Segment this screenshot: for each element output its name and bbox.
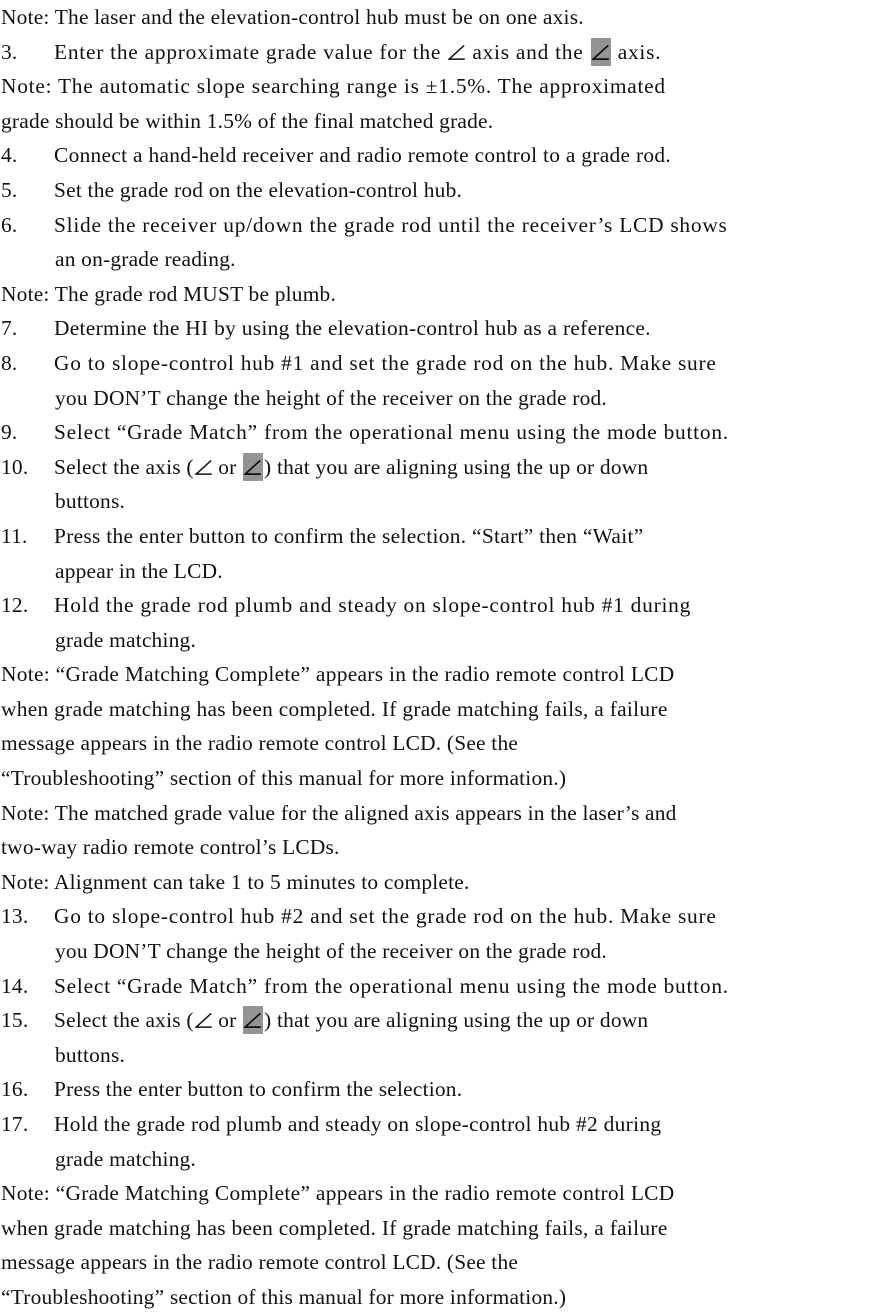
list-item-text-pre: Enter the approximate grade value for th… <box>54 39 442 64</box>
list-item: 15. Select the axis ( or ) that you are … <box>0 1003 895 1038</box>
list-item-text-pre: Select the axis ( <box>54 1008 194 1033</box>
list-item-cont: buttons. <box>55 489 126 514</box>
list-item-cont: you DON’T change the height of the recei… <box>55 939 607 964</box>
list-item-number: 8. <box>1 350 18 375</box>
angle-axis-highlighted-icon <box>243 452 264 481</box>
list-item-number: 4. <box>1 143 18 168</box>
note-paragraph: Note: “Grade Matching Complete” appears … <box>1 662 675 687</box>
list-item-text-mid: or <box>218 1008 237 1033</box>
list-item-text: Set the grade rod on the elevation-contr… <box>54 177 463 202</box>
list-item-text: Select “Grade Match” from the operationa… <box>54 420 729 445</box>
list-item: 10. Select the axis ( or ) that you are … <box>0 450 895 485</box>
list-item: 11. Press the enter button to confirm th… <box>0 519 895 554</box>
list-item-cont: buttons. <box>55 1042 126 1067</box>
angle-axis-icon <box>194 459 212 476</box>
list-item-text: Select the axis ( or ) that you are alig… <box>54 1003 895 1038</box>
list-item: 6. Slide the receiver up/down the grade … <box>0 208 895 243</box>
list-item-text-post: ) that you are aligning using the up or … <box>264 454 649 479</box>
list-item-number: 7. <box>1 316 18 341</box>
list-item-cont: you DON’T change the height of the recei… <box>55 385 607 410</box>
list-item-text: Hold the grade rod plumb and steady on s… <box>54 1112 662 1136</box>
note-paragraph-cont: “Troubleshooting” section of this manual… <box>1 1284 567 1309</box>
note-paragraph-cont: grade should be within 1.5% of the final… <box>1 108 494 133</box>
list-item-text: Press the enter button to confirm the se… <box>54 523 644 548</box>
note-paragraph-cont: message appears in the radio remote cont… <box>1 731 519 756</box>
list-item: 9. Select “Grade Match” from the operati… <box>0 415 895 450</box>
list-item-number: 5. <box>1 177 18 202</box>
list-item: 17. Hold the grade rod plumb and steady … <box>0 1107 895 1142</box>
note-paragraph-cont: when grade matching has been completed. … <box>1 1215 668 1240</box>
list-item-text: Determine the HI by using the elevation-… <box>54 316 651 341</box>
list-item: 5. Set the grade rod on the elevation-co… <box>0 173 895 208</box>
list-item: 7. Determine the HI by using the elevati… <box>0 311 895 346</box>
note-paragraph-cont: when grade matching has been completed. … <box>1 696 668 721</box>
list-item-cont: grade matching. <box>55 1146 197 1171</box>
list-item: 16. Press the enter button to confirm th… <box>0 1072 895 1107</box>
list-item-text: Slide the receiver up/down the grade rod… <box>54 212 728 237</box>
list-item: 13. Go to slope-control hub #2 and set t… <box>0 899 895 934</box>
list-item-number: 11. <box>1 523 28 548</box>
list-item-text: Connect a hand-held receiver and radio r… <box>54 143 672 168</box>
list-item-cont: grade matching. <box>55 627 197 652</box>
list-item-cont: an on-grade reading. <box>55 247 236 272</box>
list-item-text: Hold the grade rod plumb and steady on s… <box>54 593 692 618</box>
list-item-number: 13. <box>1 904 29 929</box>
note-paragraph-cont: message appears in the radio remote cont… <box>1 1250 519 1275</box>
note-paragraph: Note: The matched grade value for the al… <box>1 800 677 825</box>
list-item-text: Select the axis ( or ) that you are alig… <box>54 450 895 485</box>
list-item-number: 3. <box>1 39 18 64</box>
list-item: 12. Hold the grade rod plumb and steady … <box>0 588 895 623</box>
list-item: 3. Enter the approximate grade value for… <box>0 35 895 70</box>
list-item-number: 6. <box>1 212 18 237</box>
list-item-number: 10. <box>1 454 29 479</box>
list-item-number: 12. <box>1 593 29 618</box>
note-paragraph: Note: The grade rod MUST be plumb. <box>1 281 337 306</box>
list-item-number: 9. <box>1 420 18 445</box>
note-paragraph-cont: two-way radio remote control’s LCDs. <box>1 835 340 860</box>
note-paragraph-cont: “Troubleshooting” section of this manual… <box>1 766 567 791</box>
list-item-text-mid: axis and the <box>472 39 584 64</box>
list-item-text-post: axis. <box>617 39 662 64</box>
list-item-cont: appear in the LCD. <box>55 558 223 583</box>
list-item-text: Press the enter button to confirm the se… <box>54 1077 463 1102</box>
angle-axis-icon <box>448 44 465 61</box>
manual-page: Note: The laser and the elevation-contro… <box>0 0 895 1309</box>
note-paragraph: Note: Alignment can take 1 to 5 minutes … <box>1 869 470 894</box>
list-item: 8. Go to slope-control hub #1 and set th… <box>0 346 895 381</box>
list-item: 14. Select “Grade Match” from the operat… <box>0 969 895 1004</box>
list-item-number: 14. <box>1 973 29 998</box>
list-item-number: 17. <box>1 1112 29 1136</box>
list-item-text: Go to slope-control hub #1 and set the g… <box>54 350 717 375</box>
angle-axis-highlighted-icon <box>243 1006 264 1035</box>
list-item-text-post: ) that you are aligning using the up or … <box>264 1008 649 1033</box>
list-item-number: 16. <box>1 1077 29 1102</box>
angle-axis-icon <box>194 1013 212 1029</box>
list-item-text: Select “Grade Match” from the operationa… <box>54 973 729 998</box>
list-item-text-mid: or <box>218 454 237 479</box>
list-item-text: Enter the approximate grade value for th… <box>54 35 895 70</box>
note-paragraph: Note: The laser and the elevation-contro… <box>1 5 584 29</box>
angle-axis-highlighted-icon <box>590 37 611 66</box>
list-item-text-pre: Select the axis ( <box>54 454 194 479</box>
list-item: 4. Connect a hand-held receiver and radi… <box>0 138 895 173</box>
list-item-text: Go to slope-control hub #2 and set the g… <box>54 904 717 929</box>
note-paragraph: Note: “Grade Matching Complete” appears … <box>1 1181 675 1206</box>
list-item-number: 15. <box>1 1008 29 1033</box>
note-paragraph: Note: The automatic slope searching rang… <box>1 74 666 99</box>
